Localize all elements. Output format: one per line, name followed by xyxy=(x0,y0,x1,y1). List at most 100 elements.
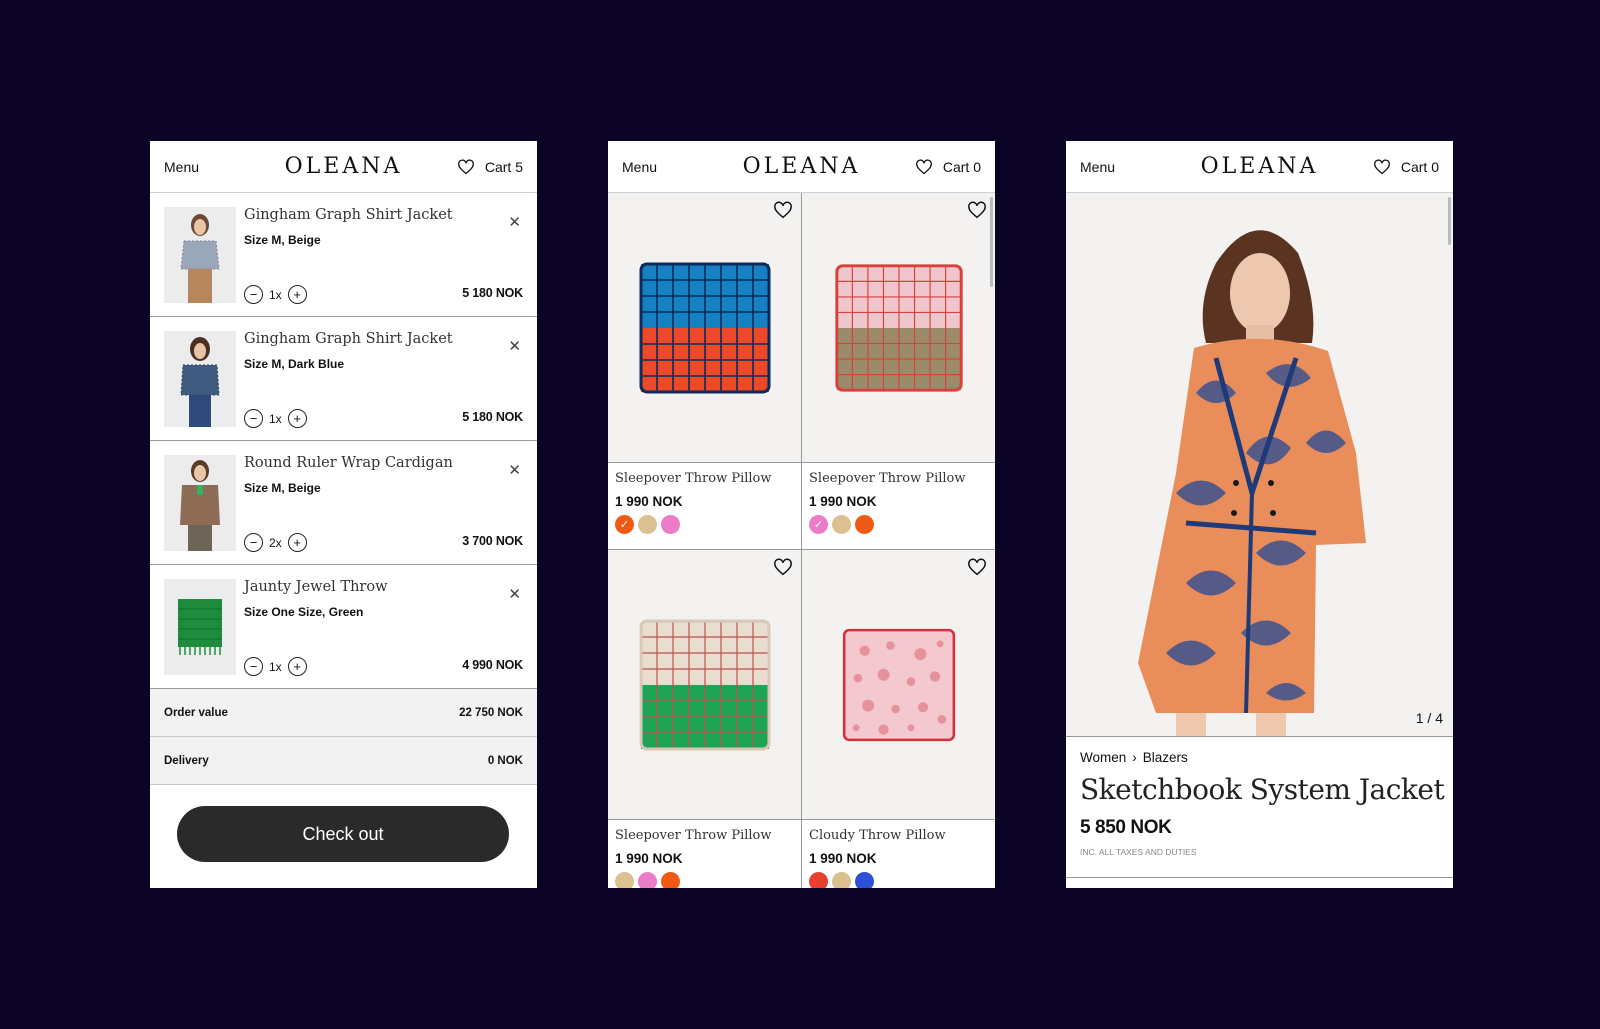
remove-item-icon[interactable]: ✕ xyxy=(508,461,521,479)
quantity-value: 1x xyxy=(269,411,282,426)
color-swatch[interactable] xyxy=(855,515,874,534)
increase-quantity-button[interactable]: + xyxy=(287,657,307,676)
decrease-quantity-button[interactable]: − xyxy=(244,409,263,428)
order-value-amount: 22 750 NOK xyxy=(459,706,523,719)
top-bar: Menu OLEANA Cart 0 xyxy=(608,141,995,193)
scrollbar[interactable] xyxy=(1448,197,1451,245)
item-variant: Size M, Dark Blue xyxy=(244,357,345,371)
product-card[interactable]: Sleepover Throw Pillow 1 990 NOK xyxy=(608,550,802,888)
delivery-label: Delivery xyxy=(164,754,209,767)
favorite-heart-icon[interactable] xyxy=(967,558,987,576)
item-title[interactable]: Gingham Graph Shirt Jacket xyxy=(244,207,453,223)
cart-button[interactable]: Cart 5 xyxy=(485,159,523,175)
item-variant: Size M, Beige xyxy=(244,481,321,495)
product-price: 1 990 NOK xyxy=(615,851,683,866)
decrease-quantity-button[interactable]: − xyxy=(244,285,263,304)
breadcrumb-women[interactable]: Women xyxy=(1080,750,1126,765)
item-title[interactable]: Gingham Graph Shirt Jacket xyxy=(244,331,453,347)
breadcrumb-blazers[interactable]: Blazers xyxy=(1143,750,1188,765)
menu-button[interactable]: Menu xyxy=(164,159,199,175)
color-swatches: ✓ xyxy=(802,509,995,534)
remove-item-icon[interactable]: ✕ xyxy=(508,213,521,231)
product-thumbnail[interactable] xyxy=(164,455,236,551)
remove-item-icon[interactable]: ✕ xyxy=(508,337,521,355)
color-swatches: ✓ xyxy=(608,509,801,534)
menu-button[interactable]: Menu xyxy=(1080,159,1115,175)
product-thumbnail[interactable] xyxy=(164,331,236,427)
quantity-value: 1x xyxy=(269,287,282,302)
scrollbar[interactable] xyxy=(990,197,993,287)
quantity-value: 1x xyxy=(269,659,282,674)
product-image[interactable] xyxy=(608,550,801,820)
color-swatch[interactable] xyxy=(638,515,657,534)
favorite-heart-icon[interactable] xyxy=(967,201,987,219)
wishlist-heart-icon[interactable] xyxy=(1373,158,1391,175)
product-image[interactable] xyxy=(802,193,995,463)
product-card[interactable]: Cloudy Throw Pillow 1 990 NOK xyxy=(802,550,995,888)
color-swatch[interactable] xyxy=(855,872,874,888)
color-swatch[interactable] xyxy=(809,872,828,888)
color-swatch[interactable] xyxy=(832,872,851,888)
logo[interactable]: OLEANA xyxy=(743,154,861,179)
color-swatch[interactable] xyxy=(615,872,634,888)
chevron-right-icon: › xyxy=(1132,750,1137,765)
top-bar: Menu OLEANA Cart 0 xyxy=(1066,141,1453,193)
item-variant: Size M, Beige xyxy=(244,233,321,247)
item-price: 3 700 NOK xyxy=(462,534,523,548)
favorite-heart-icon[interactable] xyxy=(773,558,793,576)
product-name[interactable]: Cloudy Throw Pillow xyxy=(802,820,995,843)
menu-button[interactable]: Menu xyxy=(622,159,657,175)
color-swatch[interactable] xyxy=(661,515,680,534)
product-card[interactable]: Sleepover Throw Pillow 1 990 NOK ✓ xyxy=(802,193,995,550)
item-price: 4 990 NOK xyxy=(462,658,523,672)
product-grid: Sleepover Throw Pillow 1 990 NOK ✓ Sleep… xyxy=(608,193,995,888)
image-pager: 1 / 4 xyxy=(1415,710,1443,726)
order-value-row: Order value 22 750 NOK xyxy=(150,689,537,737)
decrease-quantity-button[interactable]: − xyxy=(244,533,263,552)
breadcrumb: Women › Blazers xyxy=(1080,750,1188,765)
product-name[interactable]: Sleepover Throw Pillow xyxy=(608,463,801,486)
product-name[interactable]: Sleepover Throw Pillow xyxy=(608,820,801,843)
top-bar: Menu OLEANA Cart 5 xyxy=(150,141,537,193)
favorite-heart-icon[interactable] xyxy=(773,201,793,219)
delivery-amount: 0 NOK xyxy=(487,754,523,767)
cart-item: Jaunty Jewel Throw Size One Size, Green … xyxy=(150,565,537,689)
color-swatch[interactable] xyxy=(638,872,657,888)
remove-item-icon[interactable]: ✕ xyxy=(508,585,521,603)
product-photo xyxy=(1138,230,1366,736)
wishlist-heart-icon[interactable] xyxy=(915,158,933,175)
color-swatch-selected[interactable]: ✓ xyxy=(809,515,828,534)
item-title[interactable]: Round Ruler Wrap Cardigan xyxy=(244,455,453,471)
order-value-label: Order value xyxy=(164,706,228,719)
quantity-stepper: − 1x + xyxy=(244,657,307,676)
increase-quantity-button[interactable]: + xyxy=(287,533,307,552)
product-thumbnail[interactable] xyxy=(164,579,236,675)
product-name[interactable]: Sleepover Throw Pillow xyxy=(802,463,995,486)
cart-button[interactable]: Cart 0 xyxy=(943,159,981,175)
product-title: Sketchbook System Jacket xyxy=(1080,773,1445,806)
product-image[interactable] xyxy=(608,193,801,463)
tax-note: INC. ALL TAXES AND DUTIES xyxy=(1080,847,1197,857)
color-swatch-selected[interactable]: ✓ xyxy=(615,515,634,534)
checkout-button[interactable]: Check out xyxy=(177,806,509,862)
color-swatch[interactable] xyxy=(832,515,851,534)
cart-item: Gingham Graph Shirt Jacket Size M, Dark … xyxy=(150,317,537,441)
item-title[interactable]: Jaunty Jewel Throw xyxy=(244,579,387,595)
increase-quantity-button[interactable]: + xyxy=(287,409,307,428)
color-swatch[interactable] xyxy=(661,872,680,888)
item-price: 5 180 NOK xyxy=(462,410,523,424)
product-image[interactable] xyxy=(802,550,995,820)
cart-button[interactable]: Cart 0 xyxy=(1401,159,1439,175)
product-screen: Menu OLEANA Cart 0 1 / 4 Women › Blazers… xyxy=(1066,141,1453,888)
logo[interactable]: OLEANA xyxy=(285,154,403,179)
cart-screen: Menu OLEANA Cart 5 Gingham Graph Shirt J… xyxy=(150,141,537,888)
product-image-gallery[interactable]: 1 / 4 xyxy=(1066,193,1453,737)
decrease-quantity-button[interactable]: − xyxy=(244,657,263,676)
logo[interactable]: OLEANA xyxy=(1201,154,1319,179)
product-thumbnail[interactable] xyxy=(164,207,236,303)
wishlist-heart-icon[interactable] xyxy=(457,158,475,175)
product-card[interactable]: Sleepover Throw Pillow 1 990 NOK ✓ xyxy=(608,193,802,550)
increase-quantity-button[interactable]: + xyxy=(287,285,307,304)
product-price: 1 990 NOK xyxy=(809,494,877,509)
product-price: 1 990 NOK xyxy=(615,494,683,509)
